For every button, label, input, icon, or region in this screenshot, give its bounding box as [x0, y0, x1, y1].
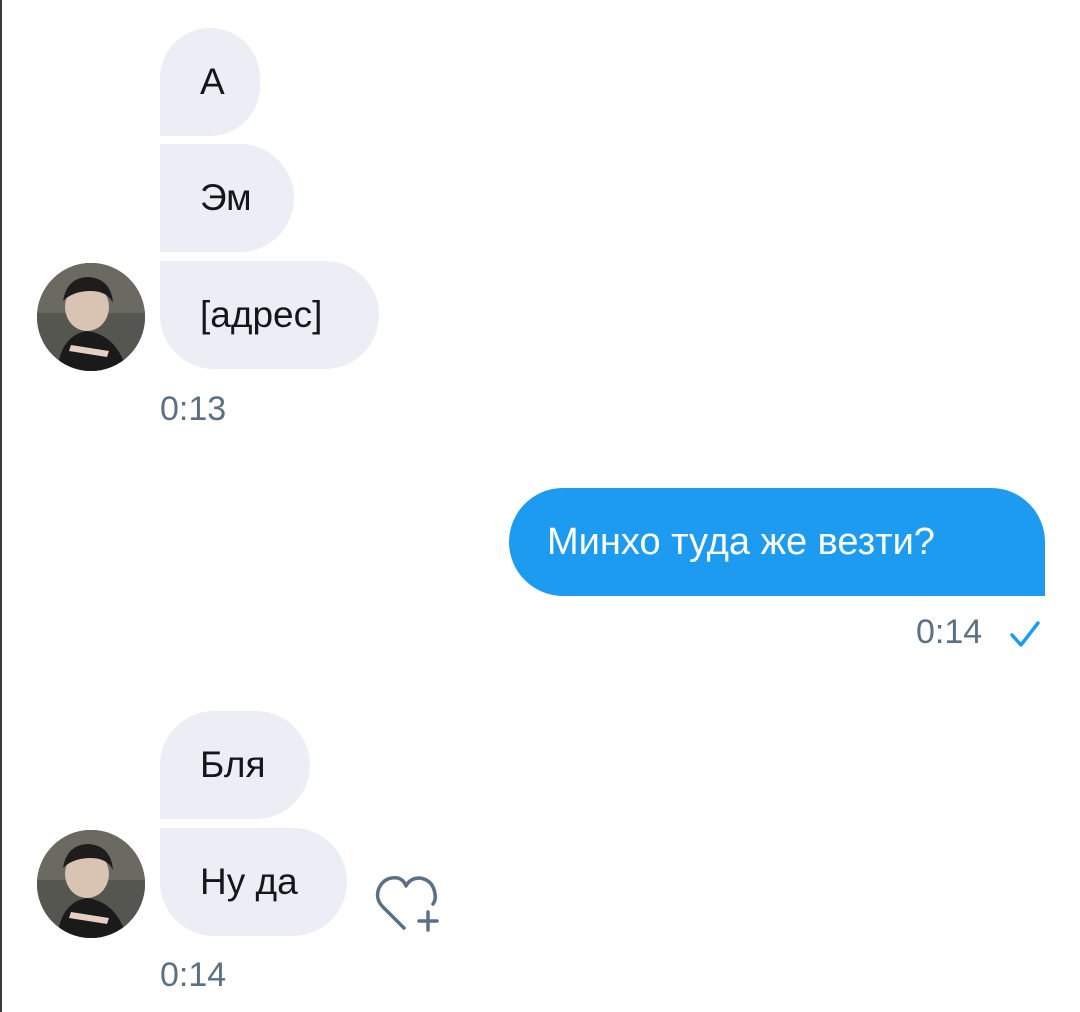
- avatar[interactable]: [37, 263, 145, 371]
- message-text: Ну да: [200, 861, 298, 902]
- message-timestamp: 0:14: [160, 956, 227, 994]
- message-text: [адрес]: [200, 294, 323, 335]
- message-bubble-incoming[interactable]: Бля: [160, 711, 310, 819]
- message-bubble-incoming[interactable]: Ну да: [160, 828, 347, 936]
- message-bubble-outgoing[interactable]: Минхо туда же везти?: [509, 488, 1045, 596]
- window-edge: [0, 0, 2, 1012]
- message-text: Минхо туда же везти?: [547, 520, 935, 563]
- message-text: Эм: [200, 177, 252, 218]
- heart-plus-icon[interactable]: [373, 870, 441, 934]
- message-bubble-incoming[interactable]: Эм: [160, 144, 294, 252]
- checkmark-icon: [1010, 621, 1040, 647]
- message-bubble-incoming[interactable]: [адрес]: [160, 261, 379, 369]
- message-text: А: [200, 61, 225, 102]
- avatar[interactable]: [37, 830, 145, 938]
- message-timestamp: 0:14: [916, 613, 983, 651]
- message-timestamp: 0:13: [160, 390, 227, 428]
- message-bubble-incoming[interactable]: А: [160, 28, 260, 136]
- message-text: Бля: [200, 744, 266, 785]
